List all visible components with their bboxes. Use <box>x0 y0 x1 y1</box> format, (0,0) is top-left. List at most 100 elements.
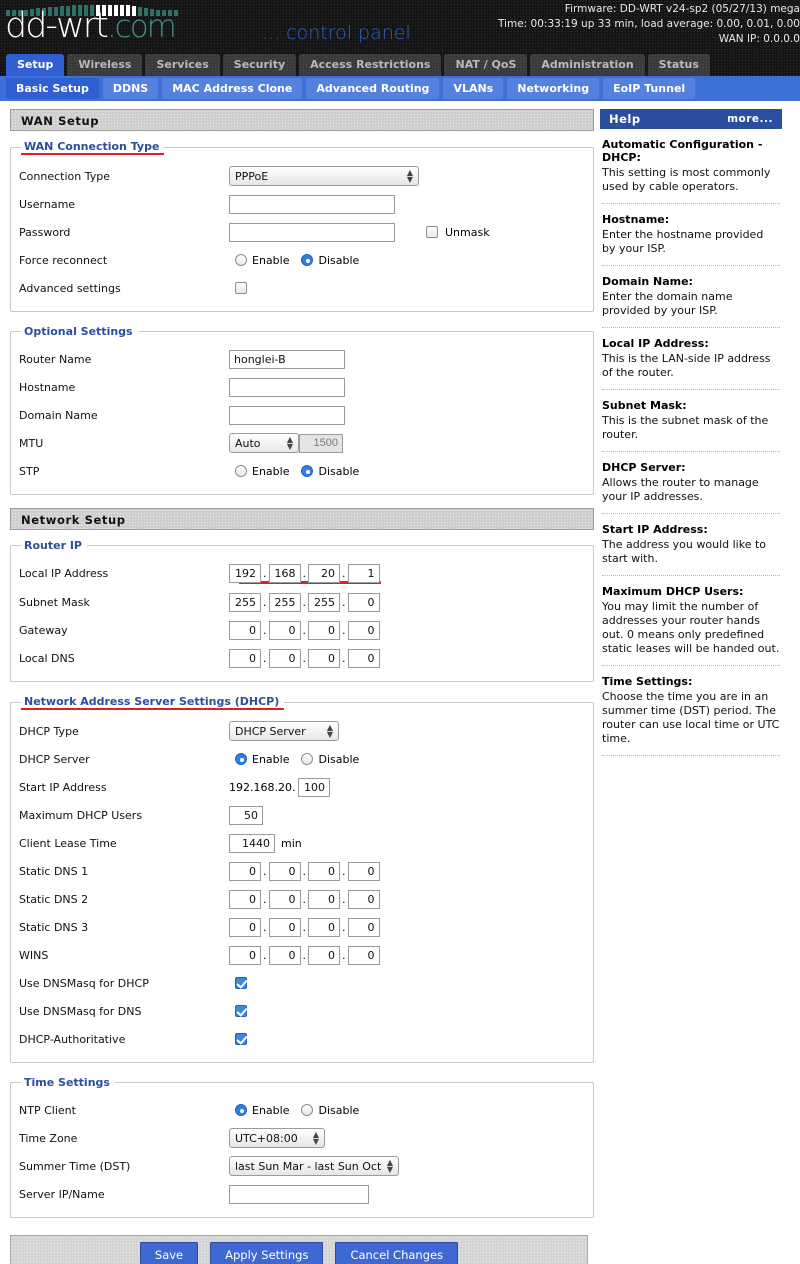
static-dns2-octet-3[interactable] <box>308 889 340 909</box>
tab-item-services[interactable]: Services <box>145 54 220 76</box>
tab-item-status[interactable]: Status <box>647 54 710 76</box>
advanced-settings-label: Advanced settings <box>19 281 121 295</box>
octet-separator: . <box>342 651 346 665</box>
dnsmasq-dns-checkbox[interactable] <box>235 1005 247 1017</box>
help-more-link[interactable]: more... <box>727 113 773 125</box>
static-dns2-octet-4[interactable] <box>347 889 380 909</box>
dhcp-server-disable-radio[interactable]: Disable <box>301 753 359 766</box>
tab-item-basic-setup[interactable]: Basic Setup <box>6 78 99 99</box>
local-ip-octet-4[interactable] <box>347 563 380 583</box>
domain-name-label: Domain Name <box>19 408 98 422</box>
tab-item-access-restrictions[interactable]: Access Restrictions <box>299 54 442 76</box>
static-dns3-octet-3[interactable] <box>308 917 340 937</box>
tab-item-setup[interactable]: Setup <box>6 54 65 76</box>
hostname-input[interactable] <box>229 377 345 397</box>
tab-item-nat-qos[interactable]: NAT / QoS <box>444 54 528 76</box>
subnet-mask-row: Subnet Mask ... <box>19 588 585 616</box>
stp-enable-radio[interactable]: Enable <box>235 465 289 478</box>
radio-off-icon <box>235 465 247 477</box>
force-reconnect-disable-radio[interactable]: Disable <box>301 254 359 267</box>
username-input[interactable] <box>229 194 395 214</box>
gateway-octet-2[interactable] <box>268 620 301 640</box>
static-dns3-octet-2[interactable] <box>268 917 301 937</box>
wins-octet-4[interactable] <box>347 945 380 965</box>
force-reconnect-label: Force reconnect <box>19 253 108 267</box>
tab-item-vlans[interactable]: VLANs <box>443 78 504 99</box>
time-zone-select[interactable]: UTC+08:00 <box>229 1128 325 1148</box>
mtu-select-wrap: Auto ▲ ▼ <box>229 433 299 453</box>
subnet-mask-octet-4[interactable] <box>347 592 380 612</box>
radio-on-icon <box>301 465 314 477</box>
local-dns-octet-2[interactable] <box>268 648 301 668</box>
help-item-term: Start IP Address: <box>602 523 708 536</box>
static-dns1-octet-3[interactable] <box>308 861 340 881</box>
static-dns1-octet-4[interactable] <box>347 861 380 881</box>
unmask-checkbox[interactable] <box>426 226 438 238</box>
mtu-label: MTU <box>19 436 44 450</box>
local-ip-octet-3[interactable] <box>308 563 340 583</box>
dnsmasq-dhcp-checkbox[interactable] <box>235 977 247 989</box>
dhcp-authoritative-checkbox[interactable] <box>235 1033 247 1045</box>
static-dns1-octet-2[interactable] <box>268 861 301 881</box>
local-ip-octet-1[interactable] <box>229 563 261 583</box>
subnet-mask-octet-1[interactable] <box>229 592 261 612</box>
static-dns2-octet-2[interactable] <box>268 889 301 909</box>
lease-time-input[interactable] <box>229 833 275 853</box>
stp-disable-radio[interactable]: Disable <box>301 465 359 478</box>
gateway-octet-3[interactable] <box>308 620 340 640</box>
start-ip-prefix: 192.168.20. <box>229 780 296 794</box>
help-item: Hostname: Enter the hostname provided by … <box>602 213 780 256</box>
dhcp-type-select[interactable]: DHCP Server <box>229 721 339 741</box>
local-dns-octet-1[interactable] <box>229 648 261 668</box>
gateway-octet-4[interactable] <box>347 620 380 640</box>
static-dns2-octet-1[interactable] <box>229 889 261 909</box>
tab-item-advanced-routing[interactable]: Advanced Routing <box>306 78 440 99</box>
tab-item-eoip-tunnel[interactable]: EoIP Tunnel <box>603 78 696 99</box>
ntp-enable-radio[interactable]: Enable <box>235 1104 289 1117</box>
primary-tab-bar: Setup Wireless Services Security Access Rest… <box>0 50 800 76</box>
server-ip-input[interactable] <box>229 1184 369 1204</box>
tab-item-wireless[interactable]: Wireless <box>67 54 143 76</box>
stp-row: STP Enable Disable <box>19 457 585 485</box>
subnet-mask-octet-3[interactable] <box>308 592 340 612</box>
static-dns3-row: Static DNS 3 ... <box>19 913 585 941</box>
tab-item-administration[interactable]: Administration <box>530 54 645 76</box>
advanced-settings-checkbox[interactable] <box>235 282 247 294</box>
start-ip-host-input[interactable] <box>298 777 331 797</box>
radio-on-icon <box>235 1104 247 1116</box>
unmask-checkbox-row[interactable]: Unmask <box>419 226 490 239</box>
mtu-mode-select[interactable]: Auto <box>229 433 299 453</box>
action-button-bar: Save Apply Settings Cancel Changes <box>10 1235 588 1264</box>
connection-type-select[interactable]: PPPoE <box>229 166 419 186</box>
wins-octet-2[interactable] <box>268 945 301 965</box>
password-input[interactable] <box>229 222 395 242</box>
max-users-input[interactable] <box>229 805 263 825</box>
static-dns3-octet-1[interactable] <box>229 917 261 937</box>
cancel-changes-button[interactable]: Cancel Changes <box>335 1242 459 1264</box>
lease-time-row: Client Lease Time min <box>19 829 585 857</box>
tab-item-security[interactable]: Security <box>222 54 297 76</box>
local-dns-octet-3[interactable] <box>308 648 340 668</box>
gateway-octet-1[interactable] <box>229 620 261 640</box>
local-ip-octet-2[interactable] <box>268 563 301 583</box>
tab-item-mac-address-clone[interactable]: MAC Address Clone <box>162 78 303 99</box>
dhcp-server-enable-radio[interactable]: Enable <box>235 753 289 766</box>
tab-item-networking[interactable]: Networking <box>507 78 600 99</box>
router-name-input[interactable] <box>229 349 345 369</box>
local-dns-octet-4[interactable] <box>347 648 380 668</box>
wins-octet-1[interactable] <box>229 945 261 965</box>
dst-select[interactable]: last Sun Mar - last Sun Oct <box>229 1156 399 1176</box>
wins-octet-3[interactable] <box>308 945 340 965</box>
apply-settings-button[interactable]: Apply Settings <box>210 1242 324 1264</box>
subnet-mask-octet-2[interactable] <box>268 592 301 612</box>
time-settings-fieldset: Time Settings NTP Client Enable Disable … <box>10 1076 594 1218</box>
static-dns3-octet-4[interactable] <box>347 917 380 937</box>
save-button[interactable]: Save <box>139 1242 199 1264</box>
tab-item-ddns[interactable]: DDNS <box>102 78 159 99</box>
ntp-disable-radio[interactable]: Disable <box>301 1104 359 1117</box>
force-reconnect-enable-radio[interactable]: Enable <box>235 254 289 267</box>
static-dns1-octet-1[interactable] <box>229 861 261 881</box>
radio-off-icon <box>301 1104 314 1116</box>
domain-name-input[interactable] <box>229 405 345 425</box>
subnet-mask-label: Subnet Mask <box>19 595 90 609</box>
